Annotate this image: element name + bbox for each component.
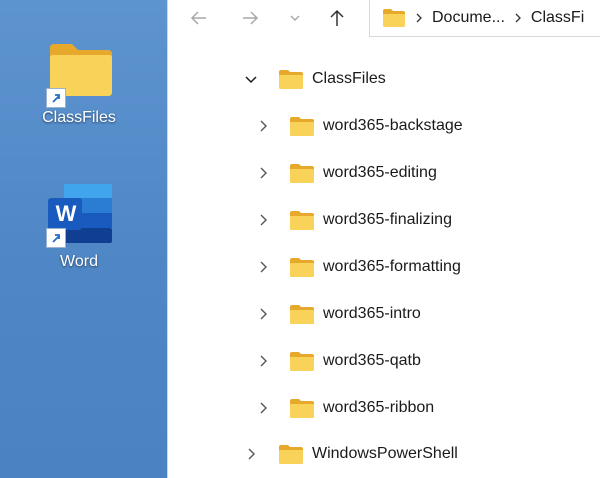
folder-icon	[289, 398, 315, 419]
address-bar[interactable]: Docume... ClassFi	[369, 0, 600, 37]
chevron-down-icon[interactable]	[243, 71, 259, 87]
navigation-bar: Docume... ClassFi	[168, 0, 600, 40]
chevron-right-icon[interactable]	[255, 165, 271, 181]
chevron-right-icon[interactable]	[255, 212, 271, 228]
tree-item-label: word365-finalizing	[323, 211, 452, 228]
chevron-right-icon[interactable]	[255, 400, 271, 416]
chevron-down-icon	[290, 15, 300, 21]
desktop: ClassFiles W Word	[0, 0, 167, 478]
chevron-right-icon[interactable]	[255, 306, 271, 322]
chevron-right-icon[interactable]	[255, 118, 271, 134]
arrow-left-icon	[190, 11, 206, 25]
tree-item-word365-backstage[interactable]: word365-backstage	[255, 111, 463, 141]
tree-item-word365-qatb[interactable]: word365-qatb	[255, 346, 421, 376]
arrow-right-icon	[243, 11, 259, 25]
chevron-right-icon[interactable]	[255, 353, 271, 369]
folder-icon	[289, 116, 315, 137]
desktop-icon-label: Word	[60, 253, 98, 270]
tree-item-label: word365-intro	[323, 305, 421, 322]
word-shortcut-icon: W	[44, 184, 114, 248]
breadcrumb-item[interactable]: Docume...	[432, 9, 505, 27]
desktop-icon-classfiles[interactable]: ClassFiles	[24, 40, 134, 127]
tree-item-label: ClassFiles	[312, 70, 386, 87]
tree-item-label: word365-qatb	[323, 352, 421, 369]
arrow-up-icon	[330, 9, 344, 26]
folder-icon	[289, 163, 315, 184]
desktop-icon-word[interactable]: W Word	[24, 184, 134, 271]
tree-item-label: WindowsPowerShell	[312, 445, 458, 462]
tree-item-windowspowershell[interactable]: WindowsPowerShell	[243, 439, 458, 469]
tree-item-word365-formatting[interactable]: word365-formatting	[255, 252, 461, 282]
folder-icon	[278, 444, 304, 465]
folder-icon	[278, 69, 304, 90]
forward-button[interactable]	[237, 5, 263, 31]
tree-item-label: word365-ribbon	[323, 399, 435, 416]
word-letter: W	[55, 201, 77, 226]
folder-icon	[289, 351, 315, 372]
breadcrumb-separator-icon	[415, 12, 423, 24]
chevron-right-icon[interactable]	[243, 446, 259, 462]
tree-item-label: word365-formatting	[323, 258, 461, 275]
recent-locations-button[interactable]	[282, 5, 308, 31]
chevron-right-icon[interactable]	[255, 259, 271, 275]
tree-item-label: word365-editing	[323, 164, 437, 181]
desktop-icon-label: ClassFiles	[42, 109, 116, 126]
tree-item-word365-editing[interactable]: word365-editing	[255, 158, 437, 188]
folder-shortcut-icon	[44, 40, 114, 108]
breadcrumb-separator-icon	[514, 12, 522, 24]
tree-item-word365-intro[interactable]: word365-intro	[255, 299, 421, 329]
folder-icon	[289, 257, 315, 278]
tree-item-word365-ribbon[interactable]: word365-ribbon	[255, 393, 434, 423]
tree-item-word365-finalizing[interactable]: word365-finalizing	[255, 205, 452, 235]
tree-item-classfiles[interactable]: ClassFiles	[243, 64, 386, 94]
file-explorer: Docume... ClassFi ClassFiles word365-bac…	[167, 0, 600, 478]
tree-item-label: word365-backstage	[323, 117, 463, 134]
folder-icon	[382, 8, 406, 28]
breadcrumb-item[interactable]: ClassFi	[531, 9, 584, 27]
folder-icon	[289, 304, 315, 325]
folder-icon	[289, 210, 315, 231]
back-button[interactable]	[186, 5, 212, 31]
up-button[interactable]	[324, 5, 350, 31]
